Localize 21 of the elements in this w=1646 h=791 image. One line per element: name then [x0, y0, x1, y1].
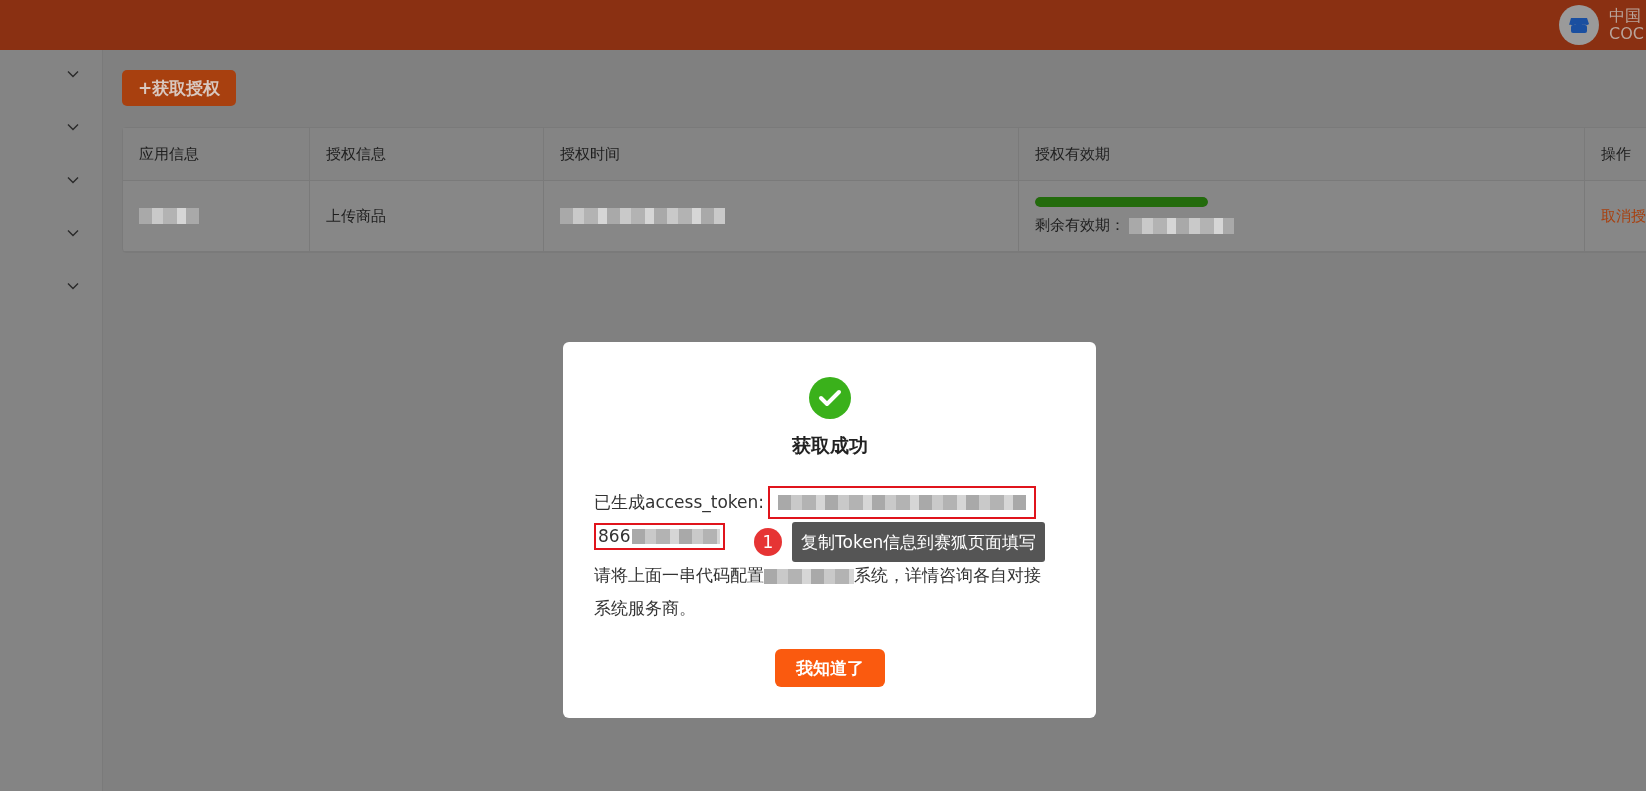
avatar-icon[interactable] [1559, 5, 1600, 45]
token-label: 已生成access_token: [594, 490, 765, 514]
step-badge: 1 [754, 528, 782, 556]
table-cell: 上传商品 [326, 206, 386, 226]
acknowledge-button[interactable]: 我知道了 [774, 649, 885, 687]
column-header: 授权时间 [560, 144, 620, 164]
instruction-text: 请将上面一串代码配置 系统，详情咨询各自对接系统服务商。 [594, 564, 1042, 620]
get-authorization-button[interactable]: +获取授权 [122, 70, 237, 106]
success-check-icon [808, 377, 851, 419]
highlight-box: 866 [594, 522, 725, 550]
column-header: 授权有效期 [1035, 144, 1110, 164]
column-header: 授权信息 [326, 144, 386, 164]
annotation-tooltip: 复制Token信息到赛狐页面填写 [792, 522, 1046, 562]
dialog-title: 获取成功 [791, 433, 868, 458]
column-header: 操作 [1601, 144, 1631, 164]
cancel-authorization-link[interactable]: 取消授 [1601, 206, 1646, 226]
redacted-mark [139, 208, 199, 224]
user-name: 中国 [1609, 7, 1643, 25]
user-subtitle: COC [1609, 25, 1644, 43]
remaining-validity-label: 剩余有效期： [1035, 216, 1125, 235]
column-header: 应用信息 [139, 144, 199, 164]
